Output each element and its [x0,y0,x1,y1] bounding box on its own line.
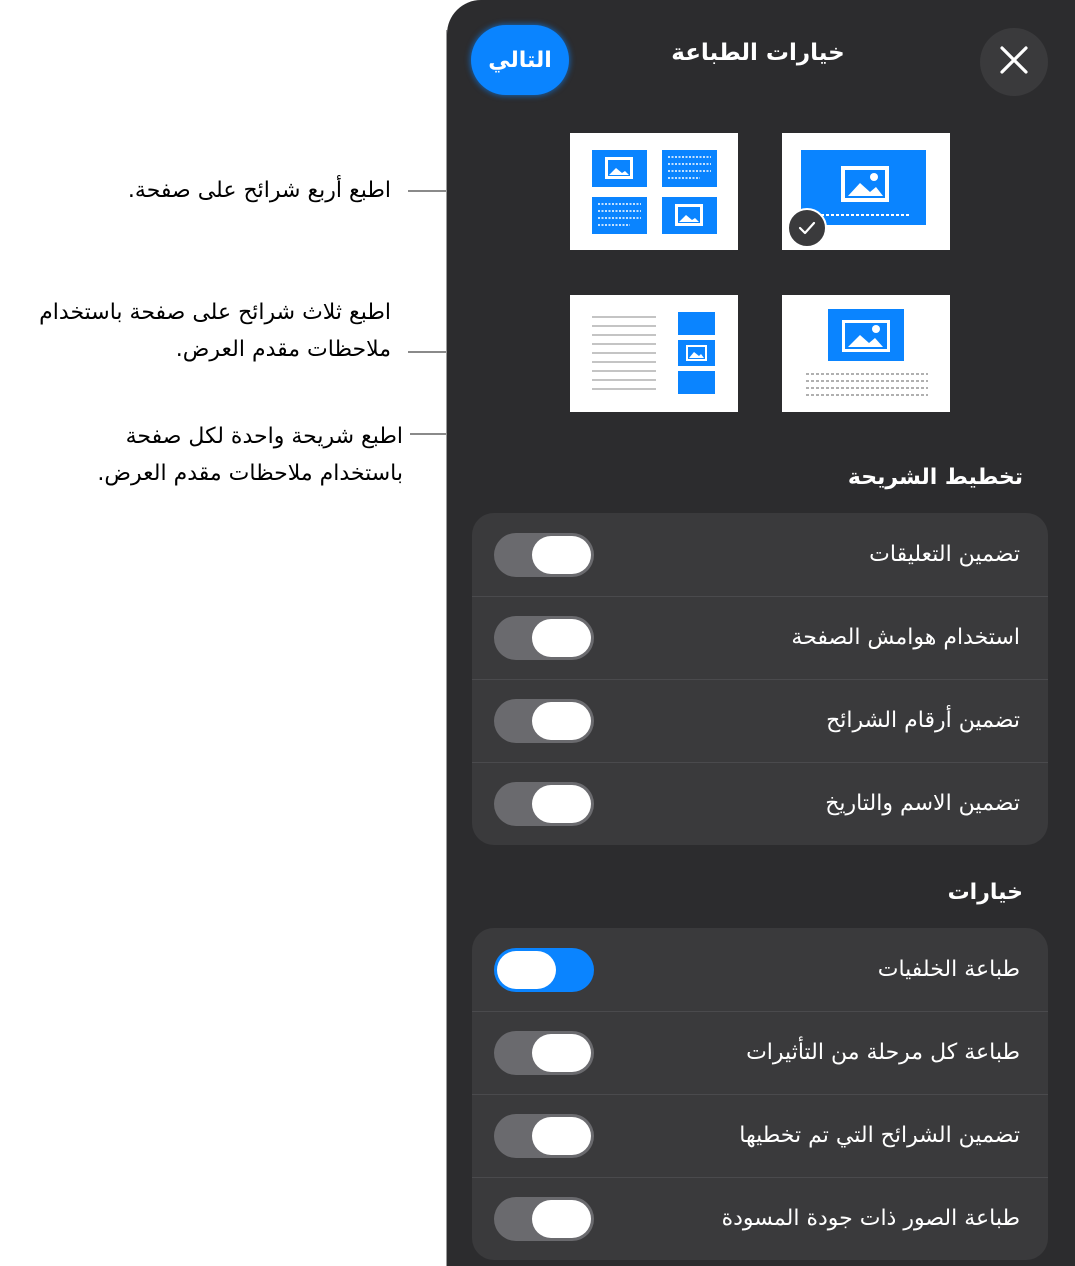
options-group: طباعة الخلفيات طباعة كل مرحلة من التأثير… [472,928,1048,1260]
close-button[interactable] [980,28,1048,96]
toggle-knob [532,785,591,823]
options-heading: خيارات [947,880,1023,905]
callout-line: اطبع ثلاث شرائح على صفحة باستخدام [39,300,391,325]
print-options-panel: التالي خيارات الطباعة تخطيط الشريحة تضمي… [447,0,1075,1266]
row-draft-quality: طباعة الصور ذات جودة المسودة [472,1177,1048,1260]
toggle-knob [497,951,556,989]
include-comments-toggle[interactable] [494,533,594,577]
row-page-margins: استخدام هوامش الصفحة [472,596,1048,679]
print-build-stages-toggle[interactable] [494,1031,594,1075]
row-include-comments: تضمين التعليقات [472,513,1048,596]
toggle-knob [532,536,591,574]
row-label: تضمين الاسم والتاريخ [825,791,1020,816]
slide-numbers-toggle[interactable] [494,699,594,743]
row-name-date: تضمين الاسم والتاريخ [472,762,1048,845]
toggle-knob [532,1117,591,1155]
row-label: طباعة الخلفيات [877,957,1020,982]
print-backgrounds-toggle[interactable] [494,948,594,992]
layout-three-slides-notes[interactable] [570,295,738,412]
row-print-build-stages: طباعة كل مرحلة من التأثيرات [472,1011,1048,1094]
toggle-knob [532,1034,591,1072]
row-slide-numbers: تضمين أرقام الشرائح [472,679,1048,762]
next-button[interactable]: التالي [473,27,567,93]
slide-layout-group: تضمين التعليقات استخدام هوامش الصفحة تضم… [472,513,1048,845]
toggle-knob [532,1200,591,1238]
callout-line: اطبع أربع شرائح على صفحة. [127,178,391,203]
name-date-toggle[interactable] [494,782,594,826]
close-icon [999,45,1029,79]
callout-three-slides-notes: اطبع ثلاث شرائح على صفحة باستخدام ملاحظا… [39,294,391,368]
draft-quality-toggle[interactable] [494,1197,594,1241]
callout-line: اطبع شريحة واحدة لكل صفحة [125,424,403,449]
include-skipped-toggle[interactable] [494,1114,594,1158]
row-label: تضمين الشرائح التي تم تخطيها [739,1123,1020,1148]
panel-title: خيارات الطباعة [671,40,845,66]
toggle-knob [532,619,591,657]
layout-four-slides[interactable] [570,133,738,250]
row-label: طباعة كل مرحلة من التأثيرات [746,1040,1020,1065]
callout-line: باستخدام ملاحظات مقدم العرض. [97,461,403,486]
row-label: طباعة الصور ذات جودة المسودة [721,1206,1020,1231]
row-label: تضمين أرقام الشرائح [826,708,1020,733]
callout-line: ملاحظات مقدم العرض. [175,337,391,362]
callout-single-slide-notes: اطبع شريحة واحدة لكل صفحة باستخدام ملاحظ… [97,418,403,492]
toggle-knob [532,702,591,740]
slide-layout-heading: تخطيط الشريحة [847,465,1023,490]
callout-four-slides: اطبع أربع شرائح على صفحة. [128,172,391,209]
row-include-skipped: تضمين الشرائح التي تم تخطيها [472,1094,1048,1177]
row-print-backgrounds: طباعة الخلفيات [472,928,1048,1011]
page-margins-toggle[interactable] [494,616,594,660]
row-label: تضمين التعليقات [869,542,1020,567]
row-label: استخدام هوامش الصفحة [791,625,1020,650]
layout-single-slide-notes[interactable] [782,295,950,412]
selected-check-icon [787,208,827,248]
